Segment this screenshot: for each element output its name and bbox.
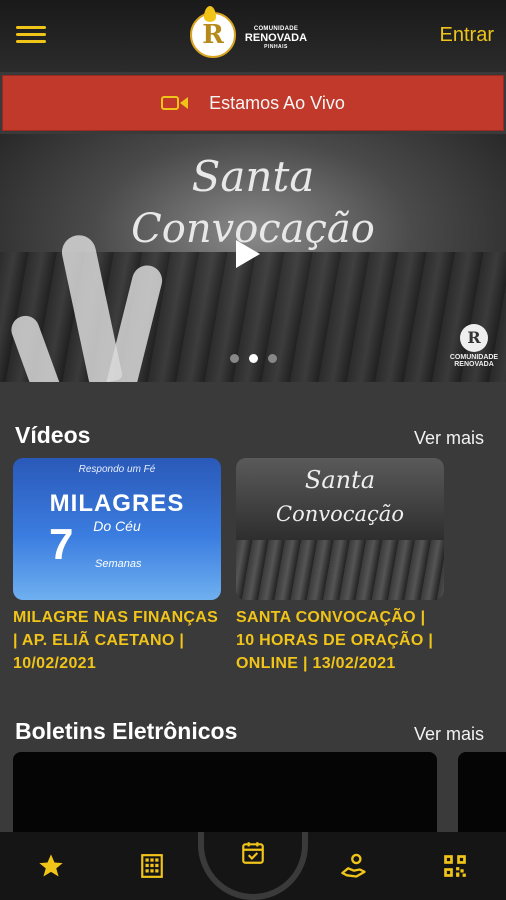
video-card[interactable]: Respondo um Fé MILAGRES Do Céu 7 Semanas… [13, 458, 221, 675]
thumb-word: Semanas [95, 558, 142, 570]
building-icon [140, 854, 163, 878]
qr-code-icon [444, 855, 467, 877]
live-label: Estamos Ao Vivo [209, 92, 345, 113]
video-thumbnail: Santa Convocação [236, 458, 444, 600]
play-icon[interactable] [236, 240, 260, 268]
videos-section-title: Vídeos [15, 422, 91, 448]
church-tab[interactable] [122, 836, 182, 896]
thumb-caption: Respondo um Fé [78, 464, 156, 475]
flame-icon [204, 6, 216, 22]
hand-giving-icon [341, 853, 366, 878]
crowd-image [236, 540, 444, 600]
carousel-dots [0, 354, 506, 363]
favorites-tab[interactable] [21, 836, 81, 896]
logo-line2: RENOVADA [244, 32, 308, 44]
thumb-number: 7 [49, 520, 74, 569]
bulletin-card[interactable] [458, 752, 506, 842]
bulletin-card[interactable] [13, 752, 437, 842]
thumb-heading: Santa [304, 466, 376, 494]
live-now-button[interactable]: Estamos Ao Vivo [2, 75, 504, 131]
carousel-dot[interactable] [267, 354, 277, 363]
bulletins-section-title: Boletins Eletrônicos [15, 718, 238, 744]
carousel-dot[interactable] [229, 354, 239, 363]
thumb-subheading: Convocação [276, 502, 404, 526]
banner-logo-letter: R [460, 324, 488, 352]
qr-code-tab[interactable] [425, 836, 485, 896]
bulletins-see-more-link[interactable]: Ver mais [414, 724, 484, 745]
banner-logo: R COMUNIDADE RENOVADA [448, 324, 498, 374]
video-title: MILAGRE NAS FINANÇAS | AP. ELIÃ CAETANO … [13, 609, 219, 672]
logo-line3: PINHAIS [264, 44, 288, 50]
thumb-heading: MILAGRES [49, 490, 185, 517]
top-app-bar: R COMUNIDADE RENOVADA PINHAIS Entrar [0, 0, 506, 72]
video-card[interactable]: Santa Convocação SANTA CONVOCAÇÃO | 10 H… [236, 458, 444, 675]
logo-wordmark: COMUNIDADE RENOVADA PINHAIS [240, 26, 312, 50]
hero-banner[interactable]: Santa Convocação R COMUNIDADE RENOVADA [0, 134, 506, 382]
video-thumbnail: Respondo um Fé MILAGRES Do Céu 7 Semanas [13, 458, 221, 600]
hamburger-menu-icon[interactable] [16, 24, 46, 46]
star-icon [38, 854, 63, 877]
donate-tab[interactable] [324, 836, 384, 896]
thumb-subheading: Do Céu [93, 518, 141, 534]
video-title: SANTA CONVOCAÇÃO | 10 HORAS DE ORAÇÃO | … [236, 609, 434, 672]
video-camera-icon [161, 94, 189, 112]
church-logo[interactable]: R COMUNIDADE RENOVADA PINHAIS [190, 6, 312, 64]
banner-title-line1: Santa [191, 152, 315, 201]
videos-see-more-link[interactable]: Ver mais [414, 428, 484, 449]
carousel-dot-active[interactable] [248, 354, 258, 363]
login-button[interactable]: Entrar [440, 24, 494, 47]
